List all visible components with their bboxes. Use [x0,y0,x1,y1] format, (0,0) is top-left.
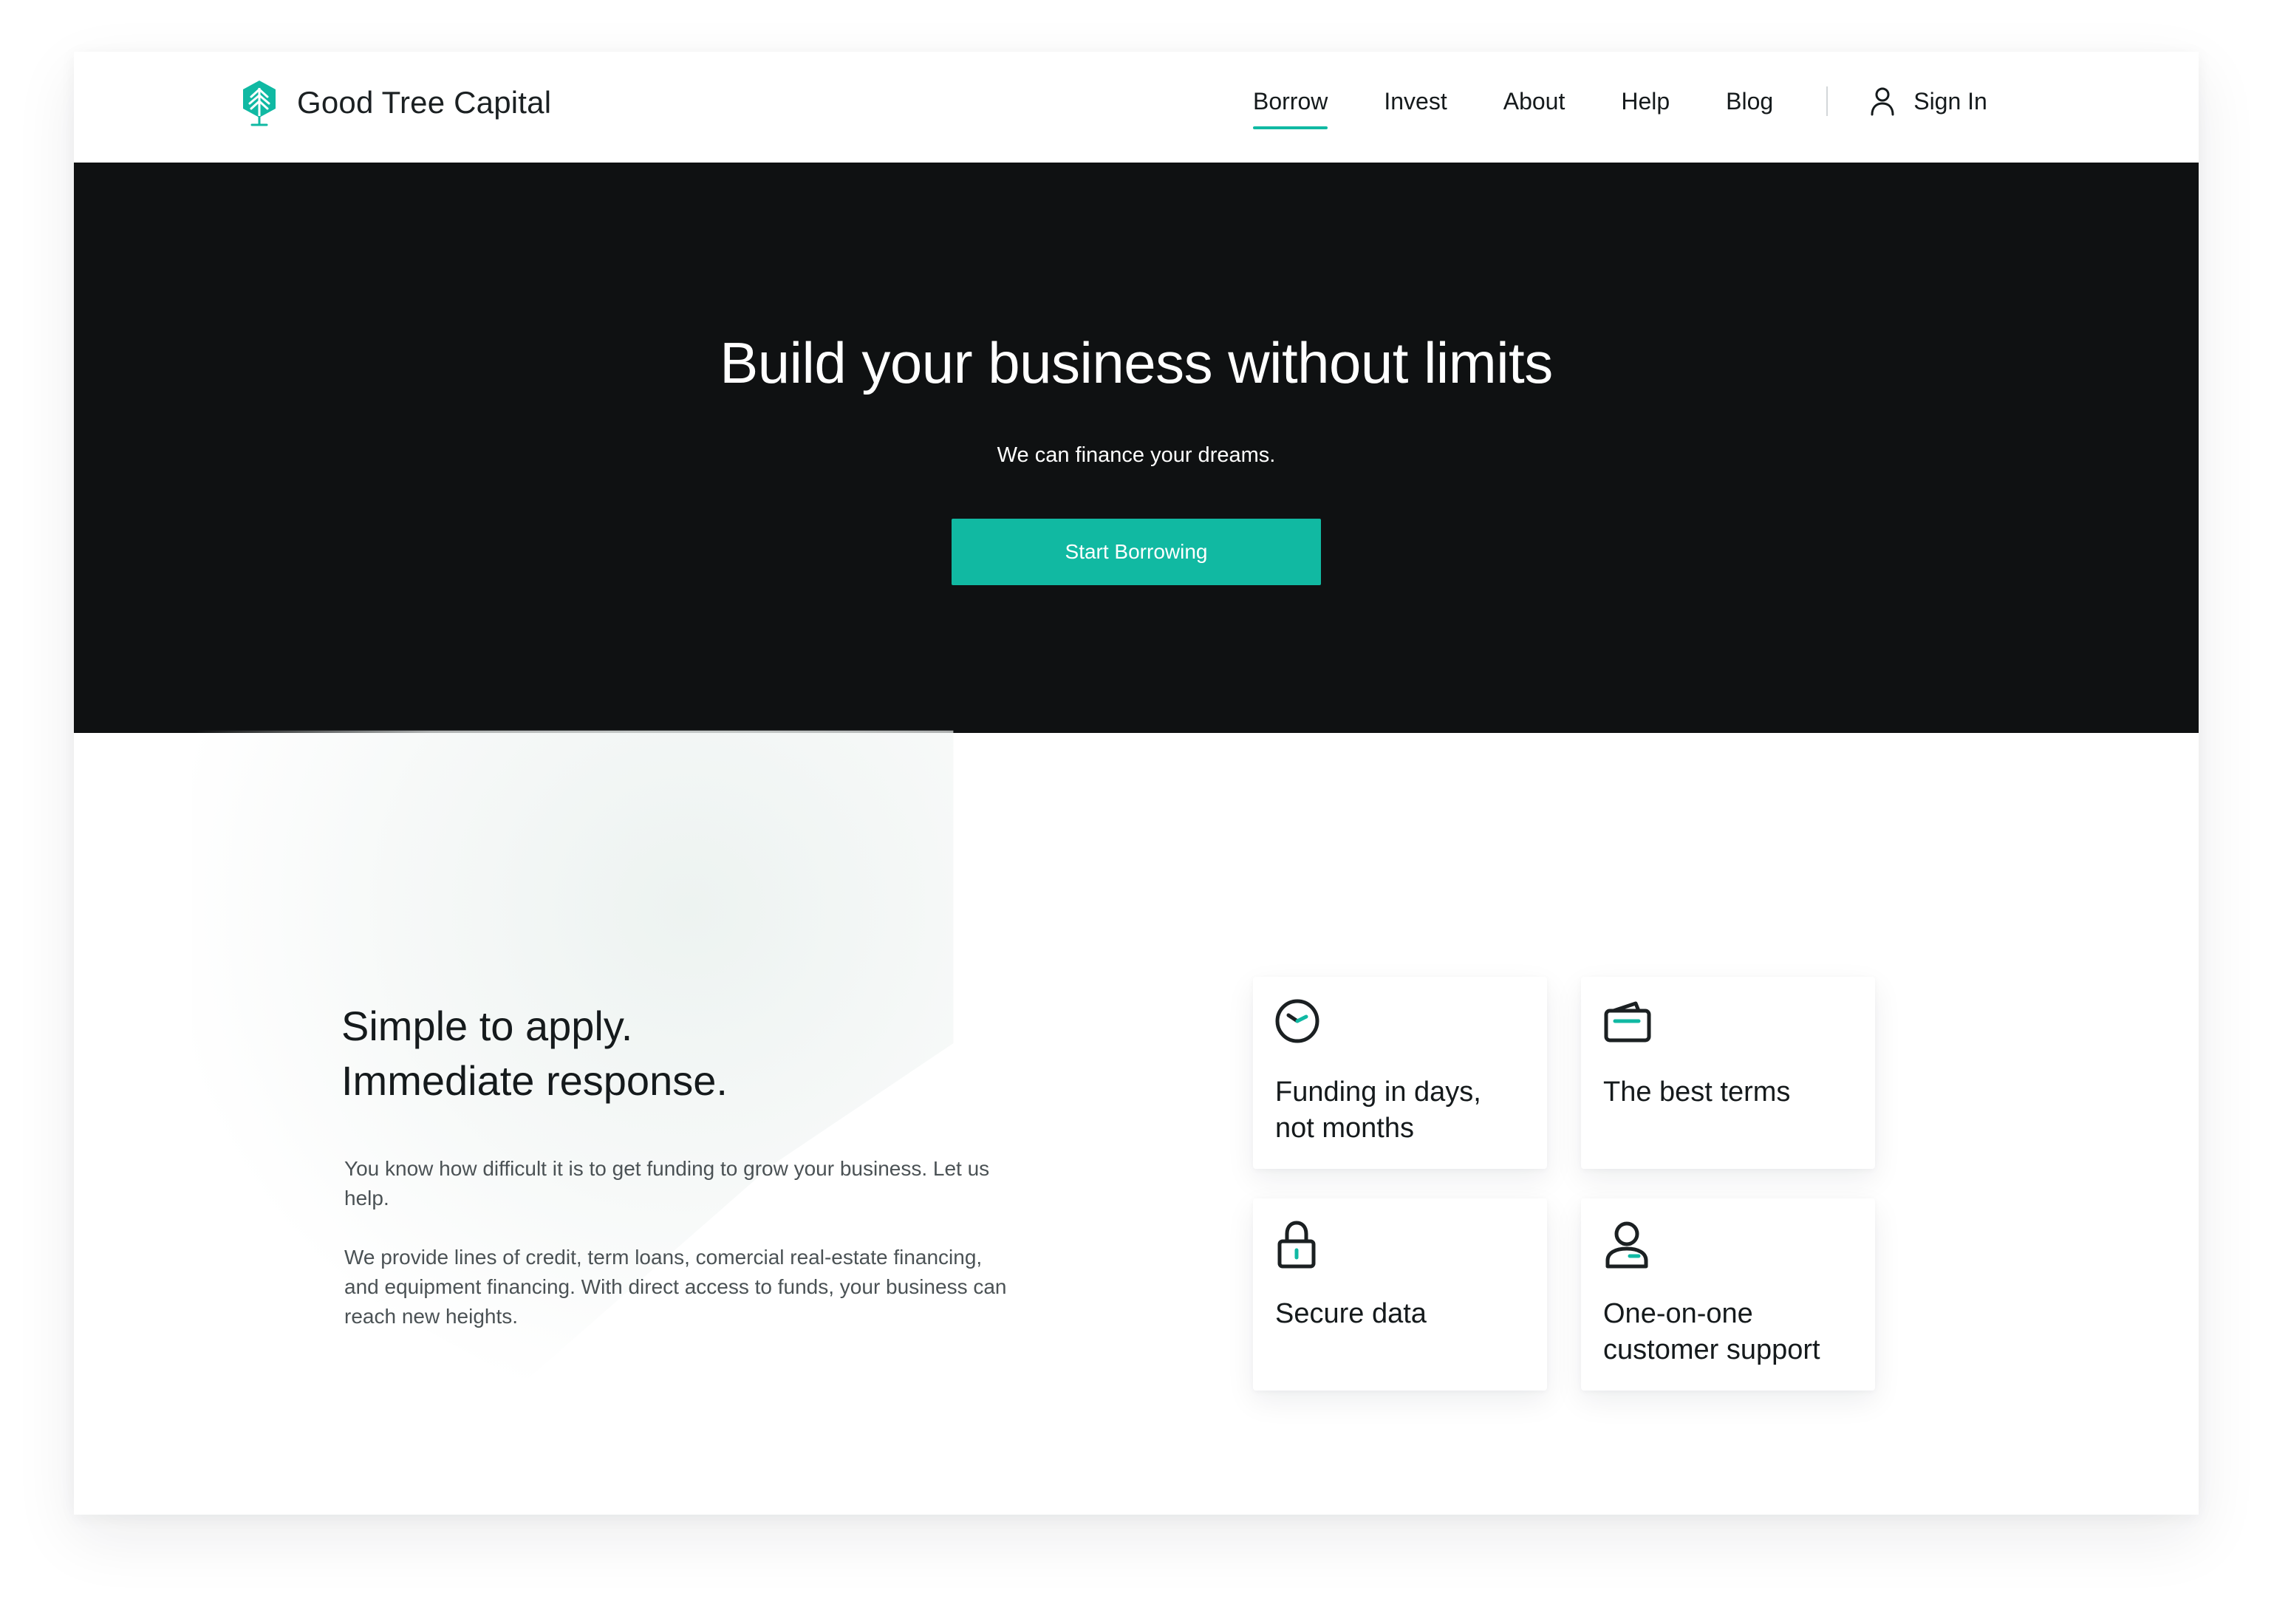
hero-subtitle: We can finance your dreams. [997,443,1276,467]
lock-icon [1274,1219,1325,1271]
feature-cards-grid: Funding in days, not months The best ter… [1253,977,1877,1393]
feature-card-title-line-2: not months [1275,1113,1414,1144]
nav-item-about[interactable]: About [1503,89,1565,113]
feature-card-terms: The best terms [1581,977,1875,1169]
site-header: Good Tree Capital Borrow Invest About He… [74,52,2199,163]
nav-item-blog[interactable]: Blog [1726,89,1773,113]
feature-card-title: Funding in days, not months [1275,1074,1534,1147]
clock-icon [1274,997,1325,1049]
tree-hexagon-logo-icon [241,79,278,126]
features-heading-line-2: Immediate response. [341,1057,728,1104]
features-section: Simple to apply. Immediate response. You… [74,730,2199,1515]
sign-in-label: Sign In [1913,87,1987,115]
feature-card-title-line-1: The best terms [1603,1077,1791,1108]
feature-card-title-line-1: Secure data [1275,1298,1427,1329]
features-heading-line-1: Simple to apply. [341,1003,633,1049]
start-borrowing-button[interactable]: Start Borrowing [952,519,1321,585]
features-paragraph-1: You know how difficult it is to get fund… [344,1157,990,1210]
brand-logo-link[interactable]: Good Tree Capital [241,77,551,129]
feature-card-secure: Secure data [1253,1198,1547,1391]
feature-card-funding: Funding in days, not months [1253,977,1547,1169]
features-heading: Simple to apply. Immediate response. [341,999,728,1108]
features-description: You know how difficult it is to get fund… [344,1154,1009,1361]
wallet-icon [1602,997,1653,1049]
features-paragraph-2: We provide lines of credit, term loans, … [344,1246,1007,1328]
hero-title: Build your business without limits [720,330,1553,395]
feature-card-title-line-1: One-on-one [1603,1298,1753,1329]
page-card: Good Tree Capital Borrow Invest About He… [74,52,2199,1515]
hero-section: Build your business without limits We ca… [74,163,2199,733]
feature-card-title: One-on-one customer support [1603,1296,1862,1368]
feature-card-support: One-on-one customer support [1581,1198,1875,1391]
main-nav: Borrow Invest About Help Blog Sign In [1253,75,1987,129]
nav-item-borrow[interactable]: Borrow [1253,89,1328,129]
sign-in-link[interactable]: Sign In [1869,86,1987,116]
feature-card-title: Secure data [1275,1296,1534,1332]
feature-card-title-line-2: customer support [1603,1334,1820,1365]
nav-item-help[interactable]: Help [1621,89,1670,113]
feature-card-title-line-1: Funding in days, [1275,1077,1481,1108]
nav-item-invest[interactable]: Invest [1384,89,1447,113]
nav-divider [1826,86,1829,116]
feature-card-title: The best terms [1603,1074,1862,1110]
user-icon [1869,86,1896,116]
brand-name: Good Tree Capital [297,85,552,120]
user-support-icon [1602,1219,1653,1271]
